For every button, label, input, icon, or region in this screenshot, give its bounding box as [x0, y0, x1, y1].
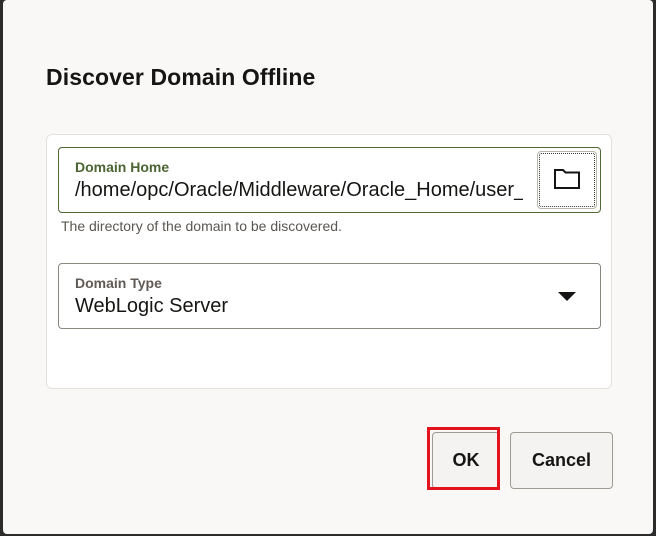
ok-button[interactable]: OK [432, 432, 500, 489]
domain-type-label: Domain Type [75, 275, 162, 291]
dialog-title: Discover Domain Offline [46, 64, 316, 90]
caret-down-icon[interactable] [558, 292, 576, 301]
domain-home-label: Domain Home [75, 159, 170, 175]
domain-home-field[interactable]: Domain Home /home/opc/Oracle/Middleware/… [58, 147, 601, 213]
form-panel: Domain Home /home/opc/Oracle/Middleware/… [46, 134, 612, 389]
domain-type-value: WebLogic Server [75, 295, 229, 317]
domain-type-select[interactable]: Domain Type WebLogic Server [58, 263, 601, 329]
browse-button[interactable] [537, 151, 597, 209]
cancel-button[interactable]: Cancel [510, 432, 613, 489]
domain-home-helper-text: The directory of the domain to be discov… [61, 218, 342, 234]
domain-home-input[interactable]: /home/opc/Oracle/Middleware/Oracle_Home/… [75, 179, 523, 202]
folder-icon [553, 166, 581, 195]
discover-domain-dialog: Discover Domain Offline Domain Home /hom… [3, 0, 653, 534]
